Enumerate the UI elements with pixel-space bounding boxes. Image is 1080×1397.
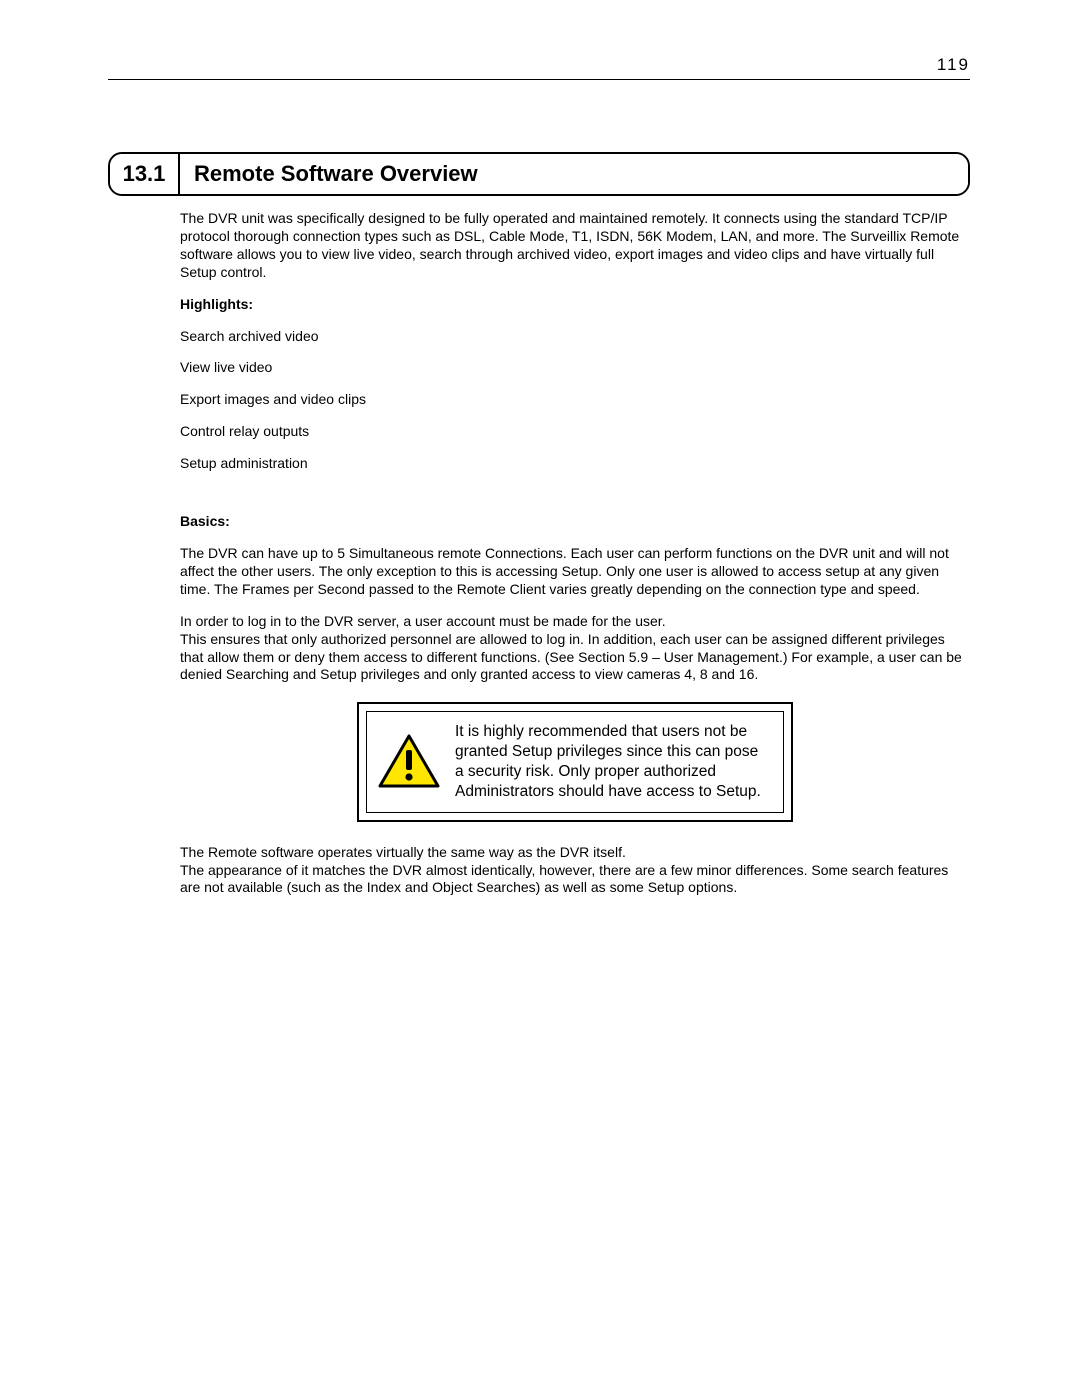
basics-login-line: In order to log in to the DVR server, a … (180, 613, 970, 631)
highlight-item: View live video (180, 359, 970, 377)
section-number: 13.1 (110, 154, 180, 194)
warning-triangle-icon (377, 733, 441, 791)
intro-paragraph: The DVR unit was specifically designed t… (180, 210, 970, 282)
callout-outer-frame: It is highly recommended that users not … (357, 702, 793, 821)
section-title: Remote Software Overview (180, 154, 968, 194)
closing-line-1: The Remote software operates virtually t… (180, 844, 970, 862)
highlights-heading: Highlights: (180, 296, 970, 314)
highlight-item: Search archived video (180, 328, 970, 346)
closing-line-2: The appearance of it matches the DVR alm… (180, 862, 970, 898)
basics-heading: Basics: (180, 513, 970, 531)
page-number: 119 (108, 55, 970, 80)
highlights-list: Search archived video View live video Ex… (180, 328, 970, 474)
callout-inner-frame: It is highly recommended that users not … (366, 711, 784, 812)
section-header: 13.1 Remote Software Overview (108, 152, 970, 196)
highlight-item: Export images and video clips (180, 391, 970, 409)
basics-paragraph-1: The DVR can have up to 5 Simultaneous re… (180, 545, 970, 599)
body-content: The DVR unit was specifically designed t… (180, 210, 970, 897)
warning-callout: It is highly recommended that users not … (180, 702, 970, 821)
page-content: 119 13.1 Remote Software Overview The DV… (108, 55, 970, 911)
callout-text: It is highly recommended that users not … (455, 722, 767, 801)
basics-paragraph-2: This ensures that only authorized person… (180, 631, 970, 685)
highlight-item: Setup administration (180, 455, 970, 473)
highlight-item: Control relay outputs (180, 423, 970, 441)
